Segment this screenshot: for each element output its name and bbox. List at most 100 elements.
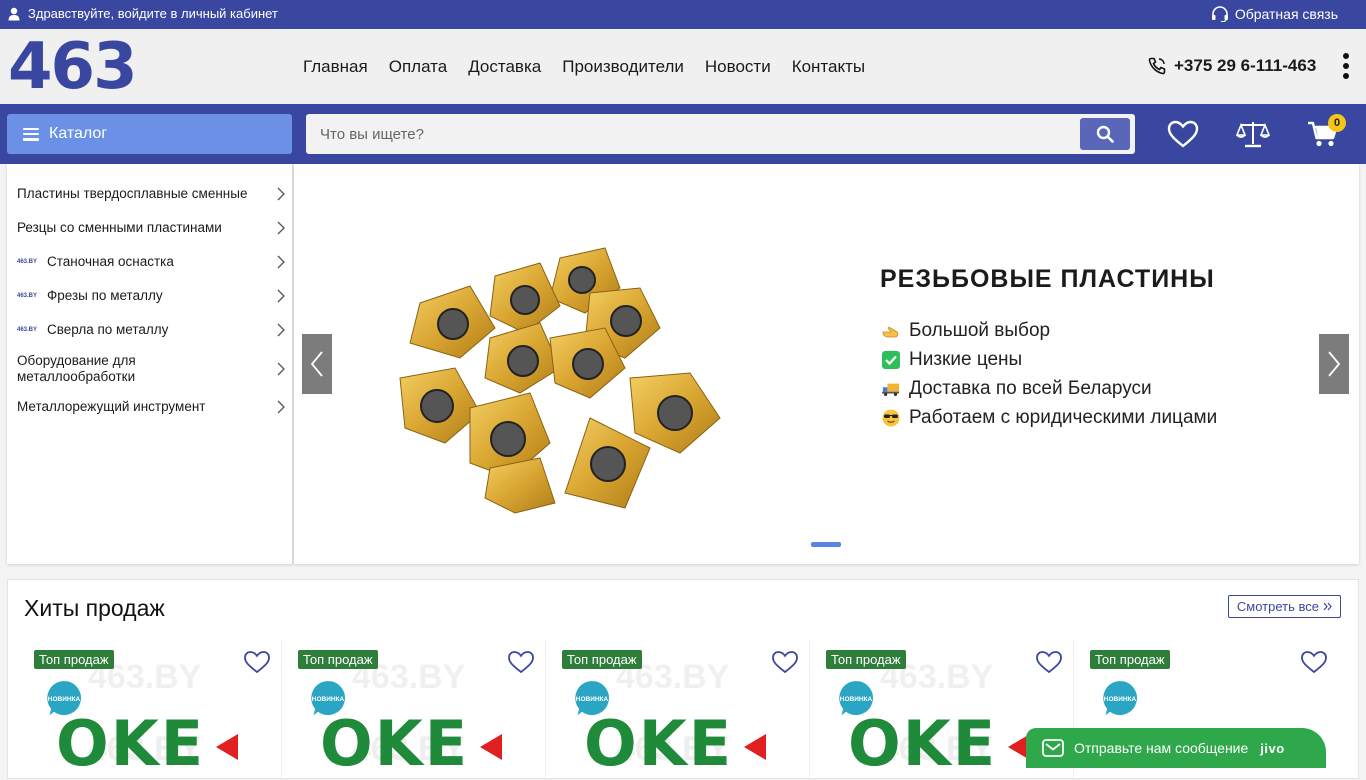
chevron-left-icon	[310, 351, 323, 377]
sidebar-item-carbide-inserts[interactable]: Пластины твердосплавные сменные	[7, 184, 293, 204]
brand-logo: OKE	[584, 713, 766, 775]
hamburger-icon	[23, 127, 39, 141]
top-strip: Здравствуйте, войдите в личный кабинет О…	[0, 0, 1366, 29]
banner-feature: Доставка по всей Беларуси	[882, 378, 1152, 400]
slider-next-button[interactable]	[1319, 334, 1349, 394]
cart-button[interactable]: 0	[1306, 114, 1346, 150]
brand-accent	[744, 734, 766, 760]
banner-feature: Большой выбор	[882, 320, 1050, 342]
heart-icon[interactable]	[1035, 650, 1063, 674]
sidebar-item-label: Станочная оснастка	[47, 254, 174, 269]
chevron-right-icon	[1328, 351, 1341, 377]
sidebar-item-cutting-tools[interactable]: Металлорежущий инструмент	[7, 397, 293, 417]
search-button[interactable]	[1080, 118, 1130, 150]
product-card[interactable]: 463.BY 463.BY Топ продаж НОВИНКА OKE	[546, 640, 810, 780]
brand-text: OKE	[56, 707, 206, 780]
compare-button[interactable]	[1236, 118, 1270, 150]
sidebar-item-drills[interactable]: 463.BY Сверла по металлу	[7, 320, 293, 340]
top-sales-tag: Топ продаж	[826, 650, 906, 669]
nav-payment[interactable]: Оплата	[389, 57, 447, 77]
feature-text: Работаем с юридическими лицами	[909, 407, 1218, 428]
search-input[interactable]	[306, 114, 1076, 154]
chevron-right-icon	[277, 289, 285, 303]
feedback-link[interactable]: Обратная связь	[1211, 6, 1338, 22]
brand-text: OKE	[584, 707, 734, 780]
new-badge-text: НОВИНКА	[312, 696, 345, 703]
nav-delivery[interactable]: Доставка	[468, 57, 541, 77]
heart-icon[interactable]	[771, 650, 799, 674]
chat-widget-button[interactable]: Отправьте нам сообщение jivo	[1026, 728, 1326, 768]
heart-icon[interactable]	[243, 650, 271, 674]
top-sales-tag: Топ продаж	[1090, 650, 1170, 669]
heart-icon	[1167, 120, 1199, 148]
nav-manufacturers[interactable]: Производители	[562, 57, 684, 77]
chevron-right-icon	[277, 323, 285, 337]
new-badge-text: НОВИНКА	[576, 696, 609, 703]
check-box-icon	[882, 351, 900, 369]
sidebar-mini-logo: 463.BY	[17, 293, 38, 299]
brand-text: OKE	[848, 707, 998, 780]
slider-dot-active[interactable]	[811, 542, 841, 547]
new-badge-icon: НОВИНКА	[1101, 678, 1139, 720]
site-header: 463 Главная Оплата Доставка Производител…	[0, 29, 1366, 104]
search-icon	[1096, 125, 1114, 143]
chevron-right-icon	[277, 255, 285, 269]
chevron-right-icon	[277, 187, 285, 201]
see-all-label: Смотреть все	[1236, 599, 1319, 614]
sidebar-item-label: Резцы со сменными пластинами	[17, 220, 222, 235]
feature-text: Доставка по всей Беларуси	[909, 378, 1152, 399]
brand-text: OKE	[320, 707, 470, 780]
nav-home[interactable]: Главная	[303, 57, 368, 77]
double-chevron-right-icon	[1323, 602, 1332, 611]
brand-accent	[480, 734, 502, 760]
brand-logo: OKE	[320, 713, 502, 775]
more-menu-icon[interactable]	[1340, 53, 1352, 79]
login-text[interactable]: Здравствуйте, войдите в личный кабинет	[28, 6, 278, 21]
top-sales-tag: Топ продаж	[562, 650, 642, 669]
product-card[interactable]: 463.BY 463.BY Топ продаж НОВИНКА OKE	[282, 640, 546, 780]
chat-label: Отправьте нам сообщение	[1074, 740, 1249, 756]
banner-title: РЕЗЬБОВЫЕ ПЛАСТИНЫ	[880, 265, 1215, 293]
catalog-button[interactable]: Каталог	[7, 114, 292, 154]
sidebar-item-label: Сверла по металлу	[47, 322, 169, 337]
slider-prev-button[interactable]	[302, 334, 332, 394]
sidebar-item-label: Оборудование для металлообработки	[17, 353, 136, 384]
catalog-toolbar: Каталог 0	[0, 104, 1366, 164]
heart-icon[interactable]	[507, 650, 535, 674]
cart-count-badge: 0	[1328, 114, 1346, 132]
nav-contacts[interactable]: Контакты	[792, 57, 865, 77]
scales-icon	[1236, 122, 1270, 148]
see-all-button[interactable]: Смотреть все	[1227, 595, 1341, 618]
chat-brand: jivo	[1260, 740, 1285, 756]
sidebar-item-cutters[interactable]: Резцы со сменными пластинами	[7, 218, 293, 238]
site-logo[interactable]: 463	[8, 35, 138, 99]
chevron-right-icon	[277, 221, 285, 235]
catalog-sidebar: Пластины твердосплавные сменные Резцы со…	[7, 164, 293, 564]
sidebar-item-tooling[interactable]: 463.BY Станочная оснастка	[7, 252, 293, 272]
feature-text: Большой выбор	[909, 320, 1051, 341]
nav-news[interactable]: Новости	[705, 57, 771, 77]
sidebar-item-label: Металлорежущий инструмент	[17, 399, 206, 414]
envelope-icon	[1042, 739, 1064, 757]
wishlist-button[interactable]	[1166, 118, 1200, 150]
login-link[interactable]: Здравствуйте, войдите в личный кабинет	[8, 6, 278, 21]
heart-icon[interactable]	[1300, 650, 1328, 674]
phone-number[interactable]: +375 29 6-111-463	[1174, 56, 1316, 76]
section-title: Хиты продаж	[24, 595, 165, 621]
product-card[interactable]: 463.BY 463.BY Топ продаж НОВИНКА OKE	[18, 640, 282, 780]
new-badge-text: НОВИНКА	[840, 696, 873, 703]
sidebar-item-equipment[interactable]: Оборудование для металлообработки	[7, 352, 293, 386]
promo-banner: РЕЗЬБОВЫЕ ПЛАСТИНЫ Большой выбор Низкие …	[294, 164, 1359, 564]
sidebar-item-mills[interactable]: 463.BY Фрезы по металлу	[7, 286, 293, 306]
top-sales-tag: Топ продаж	[34, 650, 114, 669]
brand-logo: OKE	[848, 713, 1030, 775]
phone-link[interactable]: +375 29 6-111-463	[1148, 56, 1316, 76]
feedback-text[interactable]: Обратная связь	[1235, 6, 1338, 22]
sidebar-item-label: Пластины твердосплавные сменные	[17, 186, 248, 201]
brand-accent	[216, 734, 238, 760]
banner-feature: Работаем с юридическими лицами	[882, 407, 1217, 429]
feature-text: Низкие цены	[909, 349, 1023, 370]
sidebar-item-label: Фрезы по металлу	[47, 288, 163, 303]
banner-feature: Низкие цены	[882, 349, 1022, 371]
chevron-right-icon	[277, 400, 285, 414]
